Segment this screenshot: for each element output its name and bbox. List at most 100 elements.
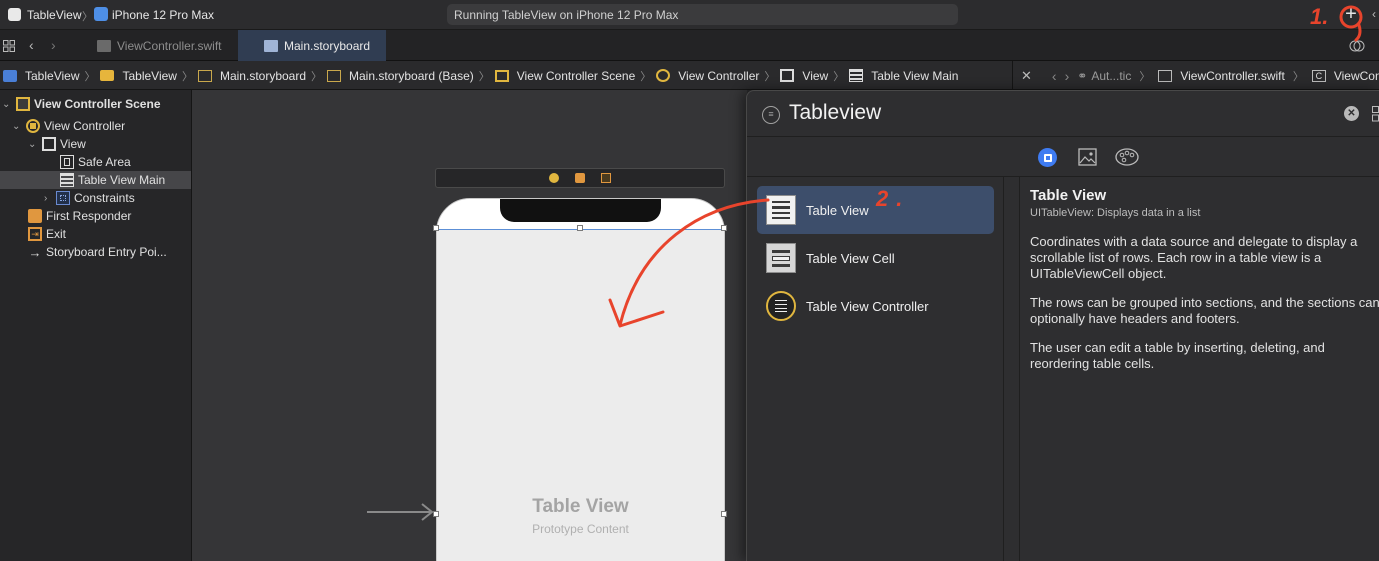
- outline-item-entry-point[interactable]: → Storyboard Entry Poi...: [0, 243, 191, 261]
- back-icon[interactable]: ‹: [29, 37, 34, 53]
- back-icon[interactable]: ‹: [1052, 68, 1057, 84]
- breadcrumb-swift-file[interactable]: ViewController.swift: [1158, 69, 1285, 83]
- resize-handle[interactable]: [721, 225, 727, 231]
- chevron-right-icon: 〉: [764, 70, 776, 83]
- clear-search-icon[interactable]: ✕: [1344, 106, 1359, 121]
- breadcrumb-label: View Controller: [678, 68, 760, 83]
- breadcrumb-label: View: [802, 68, 829, 83]
- status-text: Running TableView on iPhone 12 Pro Max: [454, 8, 679, 22]
- breadcrumb-label: Main.storyboard: [219, 68, 307, 83]
- breadcrumb-class[interactable]: C ViewContr: [1311, 69, 1379, 83]
- tab-main-storyboard[interactable]: Main.storyboard: [238, 30, 386, 61]
- chevron-right-icon: 〉: [84, 70, 96, 83]
- tab-viewcontroller-swift[interactable]: ViewController.swift: [82, 30, 238, 61]
- breadcrumb-view[interactable]: View: [780, 69, 828, 83]
- outline-item-safe-area[interactable]: Safe Area: [0, 153, 191, 171]
- project-icon: [3, 69, 17, 82]
- exit-dock-icon[interactable]: [601, 173, 611, 183]
- document-outline: ⌄ View Controller Scene ⌄ View Controlle…: [0, 90, 192, 561]
- link-icon: ⚭: [1077, 68, 1088, 83]
- view-controller-dock-icon[interactable]: [549, 173, 559, 183]
- entry-point-arrow[interactable]: [367, 502, 435, 522]
- first-responder-icon: [28, 209, 42, 223]
- media-library-tab[interactable]: [1078, 148, 1097, 166]
- breadcrumb-storyboard[interactable]: Main.storyboard: [197, 68, 307, 83]
- table-view-main[interactable]: Table View Prototype Content: [437, 229, 724, 561]
- forward-icon[interactable]: ›: [51, 37, 56, 53]
- add-library-button[interactable]: +: [1340, 4, 1362, 26]
- filter-icon[interactable]: ≡: [762, 106, 780, 124]
- color-library-tab[interactable]: [1115, 148, 1139, 166]
- table-view-icon: [60, 173, 74, 187]
- automatic-breadcrumb[interactable]: ⚭ Aut...tic: [1077, 69, 1131, 83]
- breadcrumb-table-view[interactable]: Table View Main: [849, 69, 958, 83]
- library-item-table-view-cell[interactable]: Table View Cell: [757, 234, 994, 282]
- related-items-icon[interactable]: [3, 40, 15, 52]
- jump-bar: TableView 〉 TableView 〉 Main.storyboard …: [0, 61, 1379, 90]
- swift-file-icon: [97, 39, 111, 52]
- assistant-jump-bar: ✕ ‹ › ⚭ Aut...tic 〉 ViewController.swift …: [1012, 61, 1379, 90]
- disclosure-closed-icon[interactable]: ›: [44, 193, 56, 204]
- outline-label: Exit: [46, 227, 67, 241]
- breadcrumb-storyboard-base[interactable]: Main.storyboard (Base): [327, 69, 474, 83]
- first-responder-dock-icon[interactable]: [575, 173, 585, 183]
- scheme-device[interactable]: iPhone 12 Pro Max: [112, 8, 214, 22]
- chevron-right-icon: 〉: [181, 70, 193, 83]
- breadcrumb-project[interactable]: TableView: [3, 69, 79, 83]
- library-item-label: Table View Controller: [806, 298, 929, 314]
- library-item-table-view-controller[interactable]: Table View Controller: [757, 282, 994, 330]
- library-item-label: Table View Cell: [806, 250, 895, 266]
- close-icon[interactable]: ✕: [1021, 68, 1032, 84]
- outline-item-first-responder[interactable]: First Responder: [0, 207, 191, 225]
- annotation-step-2: 2.: [876, 186, 911, 211]
- library-search-input[interactable]: [789, 99, 1329, 127]
- resize-handle[interactable]: [721, 511, 727, 517]
- view-icon: [42, 137, 56, 151]
- outline-item-table-view-main[interactable]: Table View Main: [0, 171, 191, 189]
- view-icon: [780, 69, 795, 82]
- outline-item-exit[interactable]: ⇥ Exit: [0, 225, 191, 243]
- chevron-right-icon: 〉: [478, 70, 490, 83]
- grid-view-icon[interactable]: [1372, 106, 1379, 122]
- adjust-editor-icon[interactable]: [1349, 40, 1365, 52]
- outline-label: View: [60, 137, 86, 151]
- detail-paragraph: The user can edit a table by inserting, …: [1030, 340, 1325, 371]
- outline-item-view[interactable]: ⌄ View: [0, 135, 191, 153]
- resize-handle[interactable]: [577, 225, 583, 231]
- breadcrumb-scene[interactable]: View Controller Scene: [494, 69, 635, 83]
- breadcrumb-label: TableView: [122, 68, 177, 83]
- breadcrumb-folder[interactable]: TableView: [100, 68, 177, 83]
- object-library: ≡ ✕ Table View Table View Cell Table Vie…: [746, 90, 1379, 561]
- toolbar-overflow-icon[interactable]: ‹: [1372, 7, 1376, 21]
- outline-item-scene[interactable]: ⌄ View Controller Scene: [0, 95, 191, 113]
- library-divider: [1019, 177, 1020, 561]
- outline-item-view-controller[interactable]: ⌄ View Controller: [0, 117, 191, 135]
- detail-paragraph: Coordinates with a data source and deleg…: [1030, 234, 1358, 281]
- scene-icon: [16, 97, 30, 111]
- iphone-frame: Table View Prototype Content: [436, 198, 725, 561]
- swift-file-icon: [1158, 69, 1173, 82]
- table-view-placeholder-subtitle: Prototype Content: [532, 522, 629, 536]
- entry-arrow-icon: →: [28, 244, 42, 260]
- annotation-step-1: 1.: [1310, 4, 1329, 29]
- object-icon: [1043, 153, 1052, 162]
- library-results: Table View Table View Cell Table View Co…: [747, 177, 1004, 561]
- outline-item-constraints[interactable]: › Constraints: [0, 189, 191, 207]
- library-type-tabs: [747, 137, 1379, 177]
- scheme-icon[interactable]: [8, 8, 21, 21]
- storyboard-file-icon: [197, 69, 212, 82]
- disclosure-open-icon[interactable]: ⌄: [28, 139, 38, 150]
- storyboard-canvas[interactable]: Table View Prototype Content: [192, 90, 747, 561]
- disclosure-open-icon[interactable]: ⌄: [12, 121, 22, 132]
- tab-label: Main.storyboard: [284, 38, 371, 53]
- safe-area-icon: [60, 155, 74, 169]
- scheme-project[interactable]: TableView: [27, 8, 81, 22]
- breadcrumb-view-controller[interactable]: View Controller: [656, 69, 759, 83]
- folder-icon: [100, 70, 115, 81]
- forward-icon[interactable]: ›: [1065, 68, 1070, 84]
- outline-label: First Responder: [46, 209, 132, 223]
- resize-handle[interactable]: [433, 225, 439, 231]
- disclosure-open-icon[interactable]: ⌄: [2, 99, 12, 110]
- toolbar: TableView 〉 iPhone 12 Pro Max Running Ta…: [0, 0, 1379, 30]
- objects-library-tab[interactable]: [1038, 148, 1057, 167]
